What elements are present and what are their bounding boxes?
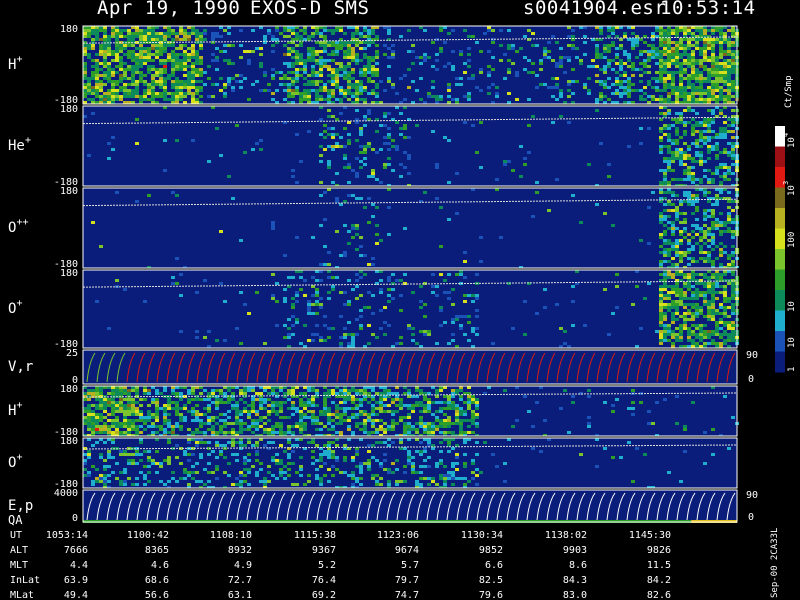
- table-cell-mlat-7: 83.0: [563, 590, 587, 600]
- panel-5-rbottom: 0: [748, 374, 754, 385]
- panel-8-ytop: 4000: [54, 488, 78, 499]
- table-cell-mlat-8: 82.6: [647, 590, 671, 600]
- table-cell-alt-2: 8365: [145, 545, 169, 556]
- table-cell-inlat-8: 84.2: [647, 575, 671, 586]
- table-cell-alt-1: 7666: [64, 545, 88, 556]
- table-cell-alt-6: 9852: [479, 545, 503, 556]
- spectrogram-chart: H +180-180He +180-180O ++180-180O +180-180V,…: [8, 24, 797, 600]
- colorbar-segment-5: [775, 208, 785, 229]
- table-cell-mlat-6: 79.6: [479, 590, 503, 600]
- colorbar-tick-1: 10: [787, 137, 797, 148]
- panel-5-label: V,r: [8, 359, 33, 375]
- panel-4-label-superscript: +: [17, 298, 23, 309]
- panel-8-rtop: 90: [746, 490, 758, 501]
- table-cell-alt-7: 9903: [563, 545, 587, 556]
- colorbar-bottom-label: 1: [787, 367, 797, 372]
- table-cell-inlat-1: 63.9: [64, 575, 88, 586]
- table-cell-inlat-5: 79.7: [395, 575, 419, 586]
- table-cell-inlat-6: 82.5: [479, 575, 503, 586]
- table-cell-mlt-6: 6.6: [485, 560, 503, 571]
- table-cell-mlat-3: 63.1: [228, 590, 252, 600]
- colorbar-tick-4: 10: [787, 301, 797, 312]
- colorbar-tick-3: 100: [787, 232, 797, 248]
- panel-7-label: O: [8, 455, 16, 471]
- table-row-name-mlt: MLT: [10, 560, 28, 571]
- table-cell-alt-4: 9367: [312, 545, 336, 556]
- table-cell-alt-5: 9674: [395, 545, 419, 556]
- panel-7-ytop: 180: [60, 436, 78, 447]
- panel-6-label: H: [8, 403, 16, 419]
- table-cell-mlt-7: 8.6: [569, 560, 587, 571]
- table-row-name-inlat: InLat: [10, 575, 40, 586]
- table-cell-mlt-5: 5.7: [401, 560, 419, 571]
- table-cell-inlat-4: 76.4: [312, 575, 336, 586]
- table-cell-inlat-3: 72.7: [228, 575, 252, 586]
- colorbar-segment-10: [775, 310, 785, 332]
- panel-5-rtop: 90: [746, 350, 758, 361]
- colorbar-segment-7: [775, 249, 785, 270]
- table-cell-ut-5: 1123:06: [377, 530, 419, 541]
- panel-7-label-superscript: +: [17, 452, 23, 463]
- table-row-name-mlat: MLat: [10, 590, 34, 600]
- table-cell-inlat-7: 84.3: [563, 575, 587, 586]
- panel-2-ytop: 180: [60, 104, 78, 115]
- panel-5-ytop: 25: [66, 348, 78, 359]
- panel-6-label-superscript: +: [17, 400, 23, 411]
- colorbar-tick-exp-2: 3: [782, 181, 790, 185]
- table-row-name-ut: UT: [10, 530, 22, 541]
- side-label: Sep-00 2CA33L: [770, 527, 780, 598]
- table-cell-ut-6: 1130:34: [461, 530, 503, 541]
- table-cell-ut-4: 1115:38: [294, 530, 336, 541]
- panel-8-rbottom: 0: [748, 512, 754, 523]
- table-row-name-alt: ALT: [10, 545, 28, 556]
- colorbar-segment-8: [775, 269, 785, 291]
- colorbar-segment-2: [775, 146, 785, 168]
- panel-8-label2: QA: [8, 513, 23, 527]
- colorbar-segment-9: [775, 290, 785, 311]
- colorbar-segment-6: [775, 228, 785, 250]
- table-cell-mlt-8: 11.5: [647, 560, 671, 571]
- table-cell-ut-3: 1108:10: [210, 530, 252, 541]
- table-cell-mlt-1: 4.4: [70, 560, 88, 571]
- panel-2-label: He: [8, 138, 25, 154]
- table-cell-alt-3: 8932: [228, 545, 252, 556]
- table-cell-mlt-4: 5.2: [318, 560, 336, 571]
- panel-1-label-superscript: +: [17, 54, 23, 65]
- table-cell-ut-7: 1138:02: [545, 530, 587, 541]
- panel-4-label: O: [8, 301, 16, 317]
- colorbar-segment-11: [775, 331, 785, 352]
- table-cell-ut-1: 1053:14: [46, 530, 88, 541]
- panel-8-ybottom: 0: [72, 513, 78, 524]
- table-cell-inlat-2: 68.6: [145, 575, 169, 586]
- colorbar-segment-12: [775, 351, 785, 373]
- table-cell-ut-2: 1100:42: [127, 530, 169, 541]
- colorbar-tick-5: 10: [787, 337, 797, 348]
- panel-1-label: H: [8, 57, 16, 73]
- colorbar-unit: Ct/Smp: [784, 75, 794, 108]
- panel-8-label: E,p: [8, 498, 33, 514]
- table-cell-mlt-3: 4.9: [234, 560, 252, 571]
- table-cell-alt-8: 9826: [647, 545, 671, 556]
- panel-6-ytop: 180: [60, 384, 78, 395]
- table-cell-mlat-5: 74.7: [395, 590, 419, 600]
- panel-3-ytop: 180: [60, 186, 78, 197]
- panel-4-ytop: 180: [60, 268, 78, 279]
- panel-1-ytop: 180: [60, 24, 78, 35]
- table-cell-mlat-4: 69.2: [312, 590, 336, 600]
- table-cell-mlat-1: 49.4: [64, 590, 88, 600]
- panel-2-label-superscript: +: [25, 135, 31, 146]
- panel-3-label-superscript: ++: [17, 217, 29, 228]
- colorbar-tick-2: 10: [787, 185, 797, 196]
- colorbar-tick-exp-1: 4: [782, 133, 790, 137]
- colorbar-segment-4: [775, 187, 785, 209]
- table-cell-mlt-2: 4.6: [151, 560, 169, 571]
- table-cell-mlat-2: 56.6: [145, 590, 169, 600]
- table-cell-ut-8: 1145:30: [629, 530, 671, 541]
- panel-3-label: O: [8, 220, 16, 236]
